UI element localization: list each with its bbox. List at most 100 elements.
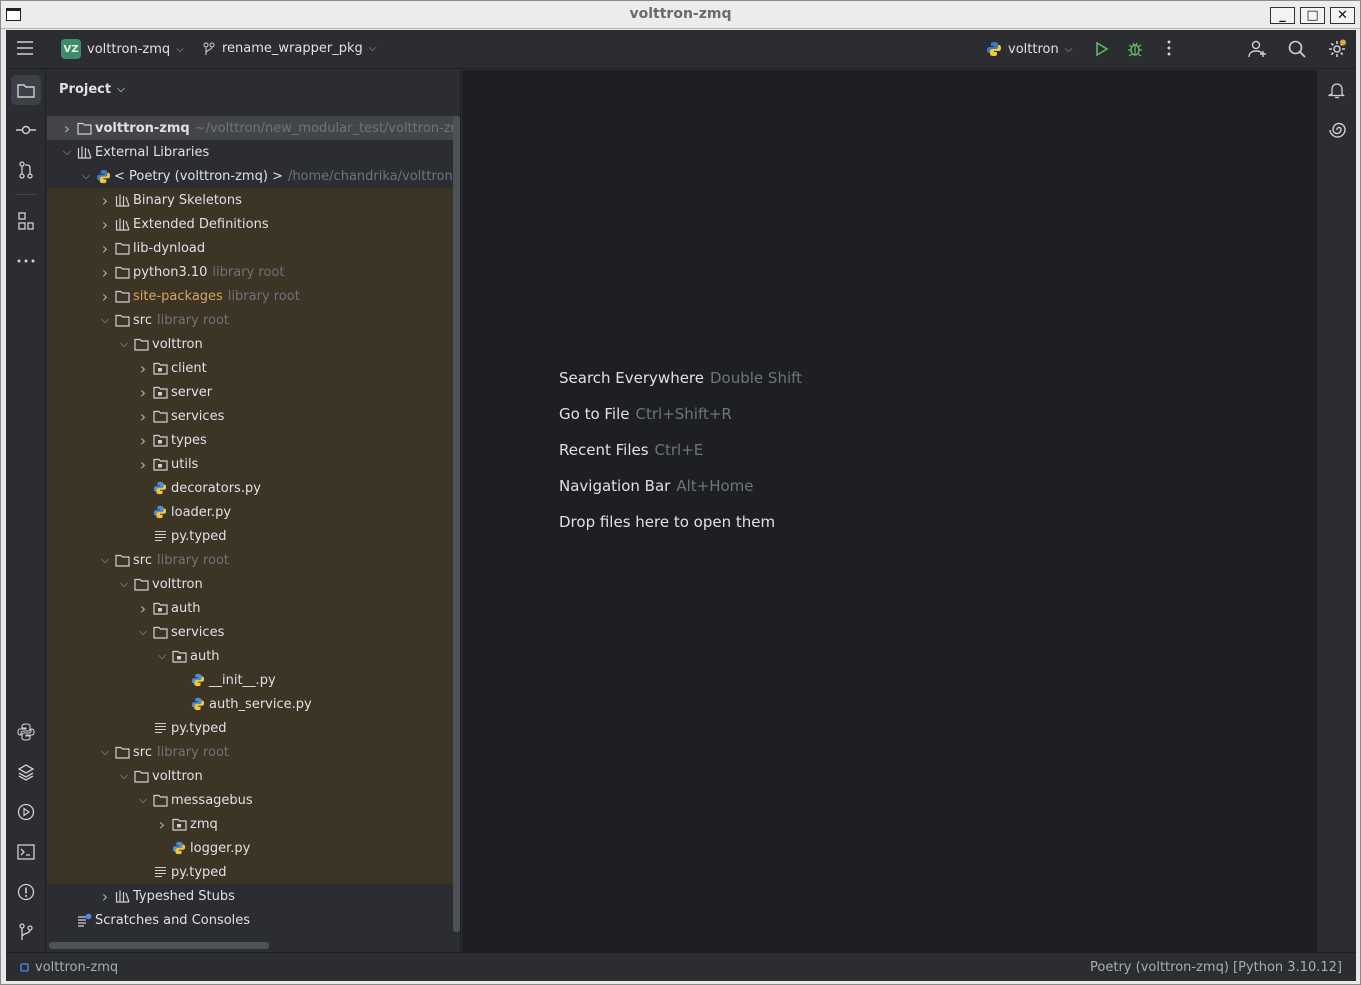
commit-tool-button[interactable] [11,115,41,145]
project-tool-button[interactable] [11,75,41,105]
tree-node[interactable]: › Binary Skeletons [47,188,459,212]
ai-assistant-tool-button[interactable] [1322,115,1352,145]
tree-node[interactable]: __init__.py [47,668,459,692]
tree-horizontal-scrollbar[interactable] [49,942,269,949]
tree-node-label: loader.py [171,504,232,520]
folder-icon [113,314,131,327]
tree-node[interactable]: › python3.10 library root [47,260,459,284]
tree-node[interactable]: ⌵ src library root [47,740,459,764]
minimize-button[interactable]: _ [1270,7,1295,24]
search-everywhere-button[interactable] [1288,40,1306,58]
chevron-down-icon[interactable]: ⌵ [116,769,132,783]
tree-vertical-scrollbar[interactable] [453,116,460,932]
chevron-right-icon[interactable]: › [135,383,151,402]
tree-node[interactable]: › server [47,380,459,404]
tree-node[interactable]: › client [47,356,459,380]
chevron-down-icon[interactable]: ⌵ [116,577,132,591]
tree-node[interactable]: ⌵ volttron [47,764,459,788]
tree-node[interactable]: › site-packages library root [47,284,459,308]
problems-icon [17,883,35,901]
more-tools-button[interactable] [11,246,41,276]
debug-button[interactable] [1127,40,1143,58]
tree-node[interactable]: py.typed [47,524,459,548]
chevron-down-icon[interactable]: ⌵ [135,793,151,807]
chevron-down-icon[interactable]: ⌵ [154,649,170,663]
chevron-down-icon[interactable]: ⌵ [59,145,75,159]
chevron-right-icon[interactable]: › [97,287,113,306]
tree-node[interactable]: decorators.py [47,476,459,500]
project-widget[interactable]: VZ volttron-zmq ⌵ [61,39,184,59]
tree-node[interactable]: › services [47,404,459,428]
chevron-right-icon[interactable]: › [135,599,151,618]
chevron-down-icon[interactable]: ⌵ [116,337,132,351]
project-panel-title: Project [59,82,112,97]
tree-node[interactable]: loader.py [47,500,459,524]
main-menu-button[interactable] [16,40,34,56]
status-breadcrumb[interactable]: volttron-zmq [20,960,118,975]
chevron-down-icon[interactable]: ⌵ [135,625,151,639]
chevron-right-icon[interactable]: › [97,239,113,258]
tree-node[interactable]: › volttron-zmq ~/volttron/new_modular_test… [47,116,459,140]
chevron-right-icon[interactable]: › [154,815,170,834]
python-interpreter-widget[interactable]: Poetry (volttron-zmq) [Python 3.10.12] [1090,960,1342,975]
python-packages-tool-button[interactable] [11,717,41,747]
project-view-selector[interactable]: Project ⌵ [59,82,125,97]
services-tool-button[interactable] [11,797,41,827]
module-icon [20,963,29,972]
chevron-down-icon[interactable]: ⌵ [78,169,94,183]
pull-requests-tool-button[interactable] [11,155,41,185]
chevron-right-icon[interactable]: › [97,263,113,282]
chevron-down-icon[interactable]: ⌵ [97,553,113,567]
editor-tip: Recent Files Ctrl+E [559,441,703,459]
terminal-tool-button[interactable] [11,837,41,867]
tree-node[interactable]: ⌵ auth [47,644,459,668]
library-icon [113,193,131,207]
tree-node[interactable]: ⌵ < Poetry (volttron-zmq) >/home/chandrik… [47,164,459,188]
chevron-right-icon[interactable]: › [97,215,113,234]
tree-node[interactable]: › lib-dynload [47,236,459,260]
tree-node[interactable]: ⌵ src library root [47,548,459,572]
tree-node-label: External Libraries [95,144,210,160]
run-button[interactable] [1093,41,1109,57]
tree-node[interactable]: › types [47,428,459,452]
chevron-right-icon[interactable]: › [59,119,75,138]
tree-node[interactable]: › Typeshed Stubs [47,884,459,908]
more-actions-button[interactable] [1166,40,1172,56]
maximize-button[interactable]: □ [1300,7,1325,24]
tree-node[interactable]: py.typed [47,716,459,740]
git-tool-button[interactable] [11,917,41,947]
chevron-right-icon[interactable]: › [135,359,151,378]
settings-button[interactable] [1327,39,1347,59]
tree-node[interactable]: Scratches and Consoles [47,908,459,932]
tree-node[interactable]: ⌵ External Libraries [47,140,459,164]
notifications-tool-button[interactable] [1322,75,1352,105]
tree-node[interactable]: auth_service.py [47,692,459,716]
tree-node[interactable]: › zmq [47,812,459,836]
chevron-right-icon[interactable]: › [97,191,113,210]
tree-node[interactable]: logger.py [47,836,459,860]
tree-node[interactable]: ⌵ messagebus [47,788,459,812]
chevron-right-icon[interactable]: › [135,431,151,450]
tree-node[interactable]: › utils [47,452,459,476]
tree-node[interactable]: ⌵ src library root [47,308,459,332]
vcs-branch-widget[interactable]: rename_wrapper_pkg ⌵ [202,41,376,56]
chevron-right-icon[interactable]: › [97,887,113,906]
run-config-selector[interactable]: volttron ⌵ [986,41,1072,57]
chevron-right-icon[interactable]: › [135,407,151,426]
tree-node-label: services [171,624,225,640]
close-button[interactable]: ✕ [1330,7,1355,24]
code-with-me-button[interactable] [1248,40,1268,58]
layers-tool-button[interactable] [11,757,41,787]
tree-node[interactable]: ⌵ volttron [47,332,459,356]
library-icon [113,217,131,231]
tree-node[interactable]: py.typed [47,860,459,884]
chevron-down-icon[interactable]: ⌵ [97,313,113,327]
tree-node[interactable]: ⌵ services [47,620,459,644]
tree-node[interactable]: › auth [47,596,459,620]
chevron-right-icon[interactable]: › [135,455,151,474]
problems-tool-button[interactable] [11,877,41,907]
structure-tool-button[interactable] [11,206,41,236]
tree-node[interactable]: › Extended Definitions [47,212,459,236]
chevron-down-icon[interactable]: ⌵ [97,745,113,759]
tree-node[interactable]: ⌵ volttron [47,572,459,596]
